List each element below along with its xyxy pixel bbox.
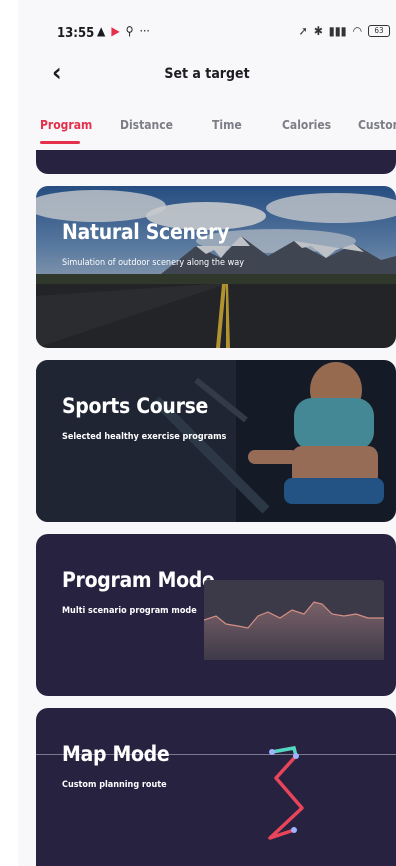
status-system-icons: ➚ ✱ ▮▮▮ ◠ 63: [299, 24, 390, 38]
card-title: Natural Scenery: [62, 220, 230, 244]
app-header: ‹ Set a target: [18, 56, 396, 96]
card-map-mode[interactable]: Map Mode Custom planning route: [36, 708, 396, 866]
tab-bar: Program Distance Time Calories Customi: [18, 118, 396, 148]
status-notification-icons: ▲ ▶ ⚲ ···: [97, 24, 150, 38]
location-pin-icon: ⚲: [125, 24, 134, 38]
more-icon: ···: [139, 24, 150, 38]
tab-custom[interactable]: Customi: [358, 118, 396, 132]
card-title: Map Mode: [62, 742, 170, 766]
tab-distance[interactable]: Distance: [120, 118, 173, 132]
map-route-thumbnail: [268, 745, 304, 840]
navigation-arrow-icon: ➚: [298, 24, 308, 38]
program-chart-thumbnail: [204, 580, 384, 660]
card-natural-scenery[interactable]: Natural Scenery Simulation of outdoor sc…: [36, 186, 396, 348]
card-title: Program Mode: [62, 568, 215, 592]
warning-icon: ▲: [97, 24, 106, 38]
card-subtitle: Selected healthy exercise programs: [62, 432, 227, 442]
card-title: Sports Course: [62, 394, 209, 418]
status-time: 13:55: [57, 26, 95, 41]
bluetooth-icon: ✱: [313, 24, 323, 38]
card-sports-course[interactable]: Sports Course Selected healthy exercise …: [36, 360, 396, 522]
play-icon: ▶: [111, 24, 120, 38]
signal-icon: ▮▮▮: [328, 24, 347, 38]
card-subtitle: Custom planning route: [62, 780, 167, 790]
battery-icon: 63: [368, 25, 390, 37]
tab-program[interactable]: Program: [40, 118, 92, 132]
card-program-mode[interactable]: Program Mode Multi scenario program mode: [36, 534, 396, 696]
card-subtitle: Simulation of outdoor scenery along the …: [62, 258, 244, 268]
wifi-icon: ◠: [352, 24, 362, 38]
card-subtitle: Multi scenario program mode: [62, 606, 197, 616]
previous-card-edge: [36, 150, 396, 174]
active-tab-indicator: [40, 141, 80, 144]
page-title: Set a target: [164, 66, 250, 82]
tab-calories[interactable]: Calories: [282, 118, 331, 132]
tab-time[interactable]: Time: [212, 118, 242, 132]
